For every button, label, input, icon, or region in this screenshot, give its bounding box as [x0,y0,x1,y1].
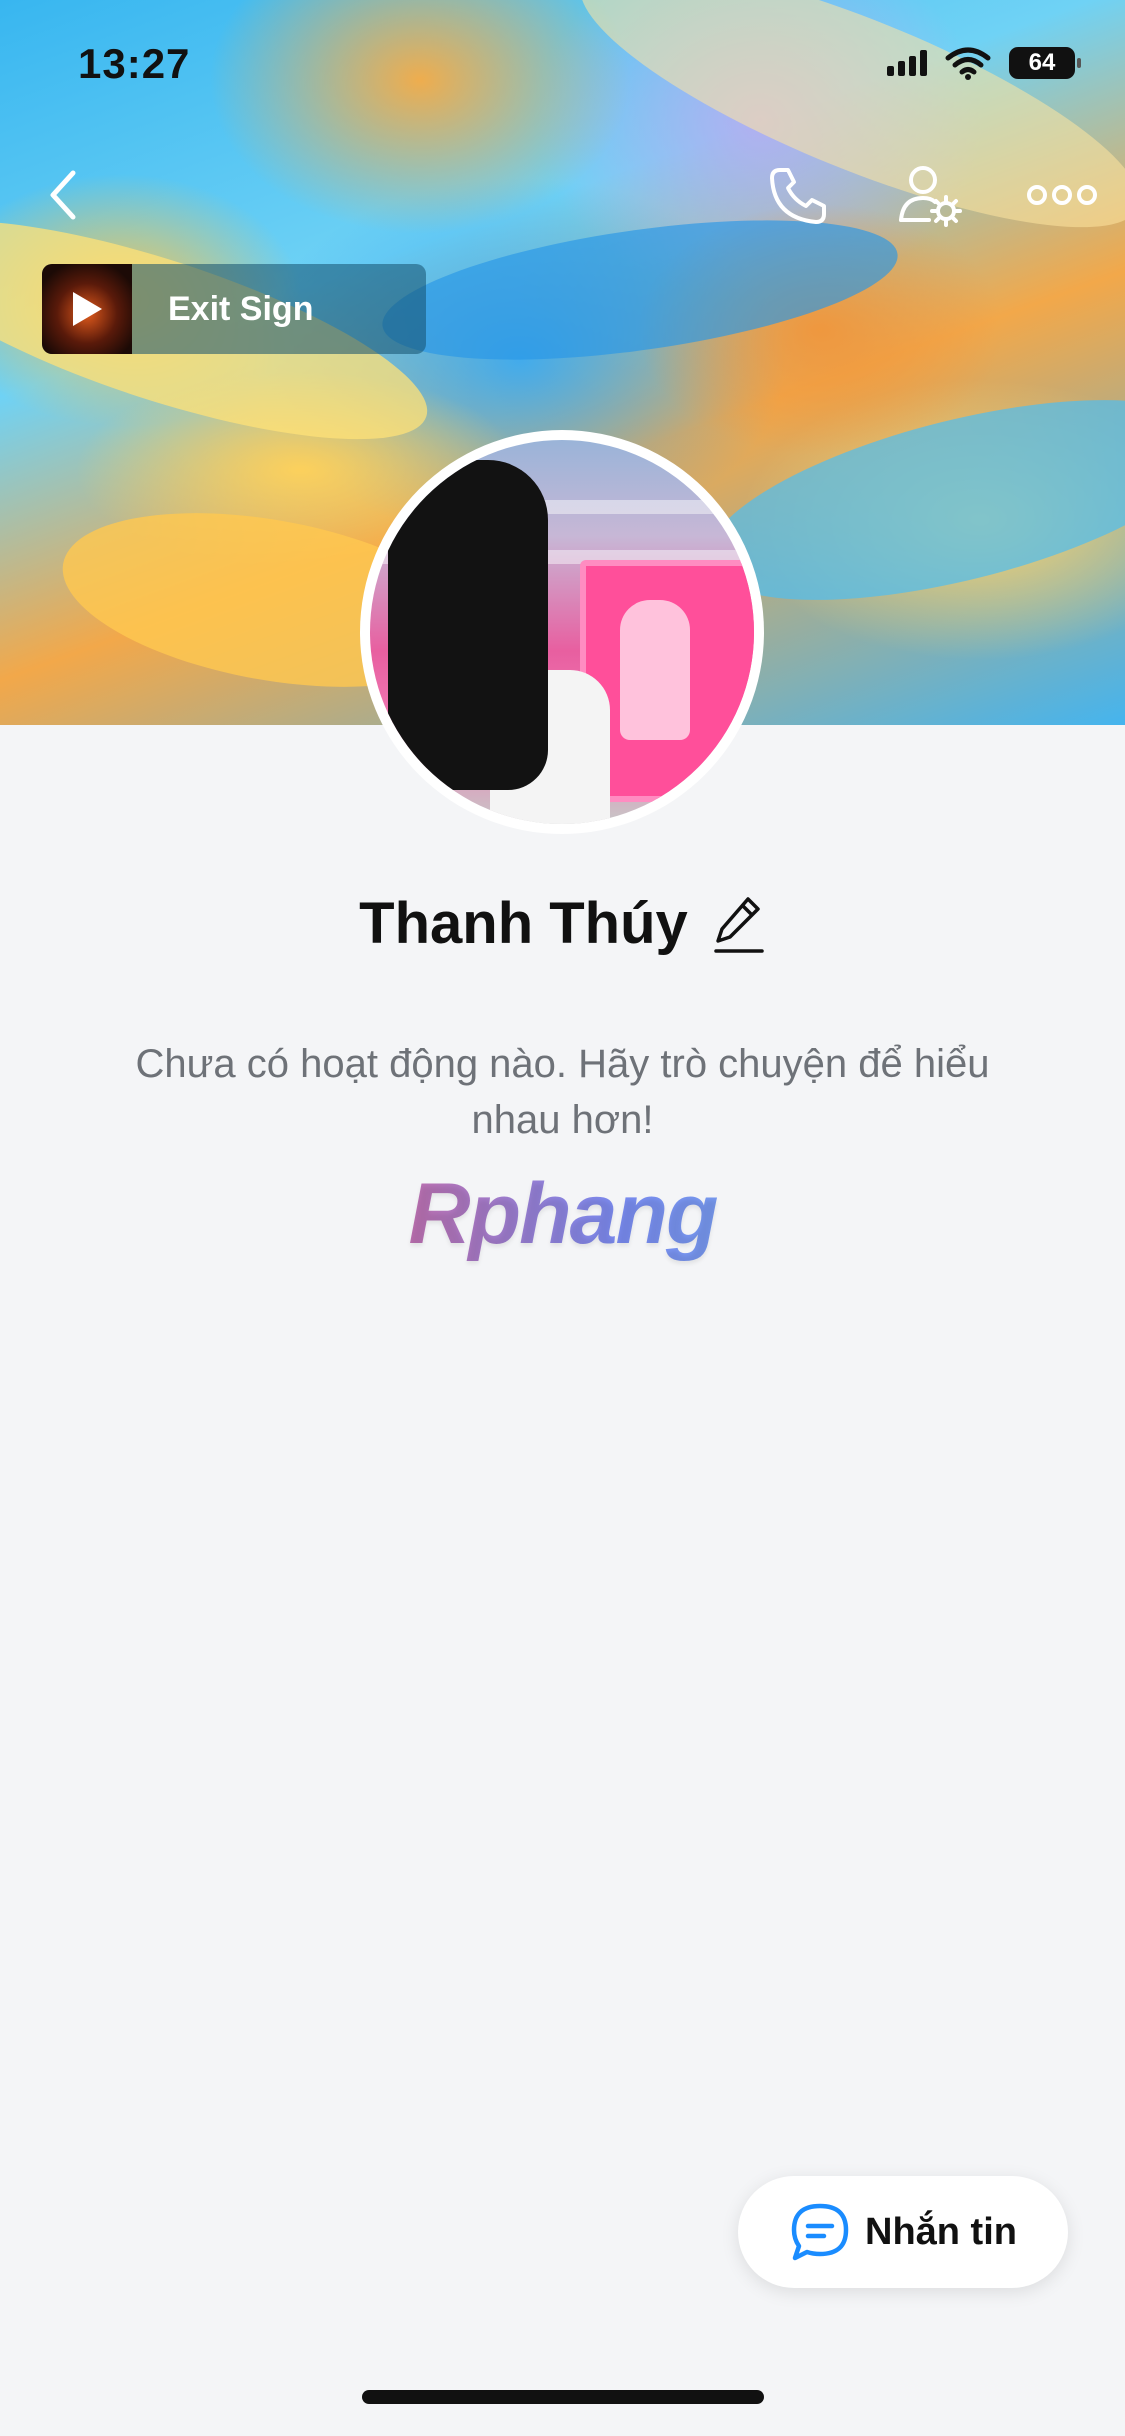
wifi-icon [945,47,991,80]
back-icon[interactable] [28,160,98,230]
avatar[interactable] [360,430,764,834]
phone-icon[interactable] [762,160,832,230]
user-settings-icon[interactable] [895,160,965,230]
more-icon[interactable] [1025,160,1099,230]
profile-name: Thanh Thúy [359,891,688,956]
send-message-button[interactable]: Nhắn tin [738,2176,1068,2288]
send-message-label: Nhắn tin [865,2210,1017,2253]
pencil-icon[interactable] [712,893,766,955]
battery-icon: 64 [1009,47,1081,79]
status-icons: 64 [887,46,1081,80]
status-time: 13:27 [78,40,191,87]
signal-icon [887,50,927,76]
music-thumbnail [42,264,132,354]
avatar-detail [620,600,690,740]
profile-music-pill[interactable]: Exit Sign [42,264,426,354]
avatar-photo [370,440,754,824]
chat-bubble-icon [791,2203,849,2261]
watermark-logo: Rphang [0,1165,1125,1264]
music-title: Exit Sign [168,289,314,328]
battery-level: 64 [1028,49,1056,76]
profile-name-row: Thanh Thúy [0,890,1125,957]
home-indicator[interactable] [362,2390,764,2404]
empty-activity-message: Chưa có hoạt động nào. Hãy trò chuyện để… [135,1042,990,1142]
play-icon [73,292,102,326]
avatar-detail [388,460,548,790]
